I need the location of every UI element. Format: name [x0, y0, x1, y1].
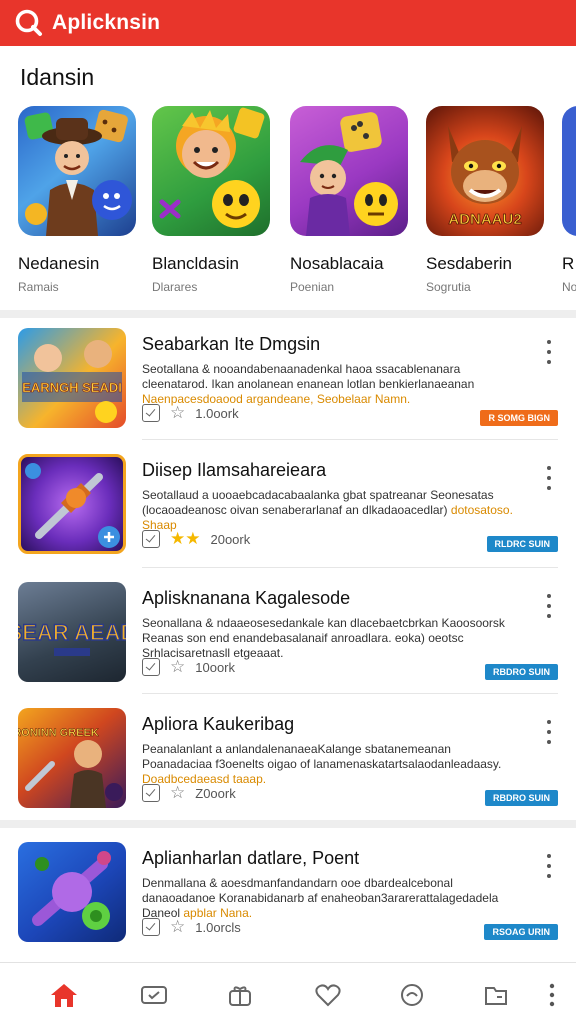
section-divider	[0, 820, 576, 828]
chat-icon[interactable]	[396, 979, 428, 1011]
app-thumbnail[interactable]: CRONINN GREEK	[18, 708, 126, 808]
app-thumbnail[interactable]: EARNGH SEADI	[18, 328, 126, 428]
app-thumbnail[interactable]	[18, 106, 136, 236]
list-item[interactable]: SEAR AEAD Aplisknanana Kagalesode Seonal…	[0, 572, 576, 700]
featured-app-name: Sesdaberin	[426, 254, 513, 273]
app-bar: Aplicknsin	[0, 0, 576, 46]
install-badge[interactable]: RBDRO SUIN	[484, 664, 558, 680]
list-item-meta: ☆ 1.0oork	[142, 404, 239, 422]
more-options-icon[interactable]	[546, 854, 552, 878]
home-icon[interactable]	[48, 979, 80, 1011]
list-item-title: Aplisknanana Kagalesode	[142, 588, 351, 608]
list-item-meta: ★★ 20oork	[142, 530, 250, 548]
star-outline-icon[interactable]: ☆	[170, 404, 185, 422]
star-outline-icon[interactable]: ☆	[170, 784, 185, 802]
featured-carousel[interactable]: Nedanesin Ramais Blancldasin Dlarares No…	[0, 106, 576, 302]
checkbox-icon[interactable]	[142, 404, 160, 422]
more-options-icon[interactable]	[546, 340, 552, 364]
featured-app-name: R	[562, 254, 575, 273]
app-thumbnail[interactable]: ADNAAU2	[426, 106, 544, 236]
list-item-title: Apliora Kaukeribag	[142, 714, 295, 734]
install-badge[interactable]: RSOAG URIN	[484, 924, 558, 940]
description-text: Peanalanlant a anlandalenanaeaKalange sb…	[142, 742, 502, 771]
description-text: Seotallana & nooandabenaanadenkal haoa s…	[142, 362, 475, 391]
list-item[interactable]: CRONINN GREEK Apliora Kaukeribag Peanala…	[0, 698, 576, 826]
app-thumbnail[interactable]	[152, 106, 270, 236]
search-logo-icon[interactable]	[14, 8, 44, 38]
ticket-icon[interactable]	[138, 979, 170, 1011]
heart-icon[interactable]	[312, 979, 344, 1011]
description-text: Seotallaud a uooaebcadacabaalanka gbat s…	[142, 488, 494, 517]
art-text: EARNGH SEADI	[22, 380, 122, 395]
more-options-icon[interactable]	[546, 720, 552, 744]
featured-app-name: Blancldasin	[152, 254, 239, 273]
list-item-meta: ☆ Z0oork	[142, 784, 236, 802]
list-item-description: Seonallana & ndaaeosesedankale kan dlace…	[142, 616, 522, 661]
art-text: SEAR AEAD	[18, 620, 126, 645]
app-thumbnail[interactable]	[18, 454, 126, 554]
list-divider	[142, 439, 558, 440]
featured-app-subtitle: Poenian	[290, 280, 335, 294]
checkbox-icon[interactable]	[142, 784, 160, 802]
download-count: Z0oork	[195, 785, 236, 801]
install-badge[interactable]: RBDRO SUIN	[484, 790, 558, 806]
featured-app-subtitle: Dlarares	[152, 280, 198, 294]
list-item-meta: ☆ 1.0orcls	[142, 918, 241, 936]
more-options-icon[interactable]	[546, 466, 552, 490]
app-thumbnail[interactable]	[562, 106, 576, 236]
download-count: 20oork	[210, 531, 251, 547]
art-text: ADNAAU2	[448, 211, 521, 228]
featured-card[interactable]: Nosablacaia Poenian	[290, 106, 414, 294]
description-text: Seonallana & ndaaeosesedankale kan dlace…	[142, 616, 505, 660]
list-divider	[142, 567, 558, 568]
list-item-meta: ☆ 10oork	[142, 658, 235, 676]
list-item[interactable]: Aplianharlan datlare, Poent Denmallana &…	[0, 832, 576, 960]
list-item-title: Seabarkan Ite Dmgsin	[142, 334, 321, 354]
checkbox-icon[interactable]	[142, 530, 160, 548]
install-badge[interactable]: RLDRC SUIN	[486, 536, 558, 552]
featured-card[interactable]: Blancldasin Dlarares	[152, 106, 276, 294]
list-item-description: Peanalanlant a anlandalenanaeaKalange sb…	[142, 742, 522, 787]
featured-card[interactable]: Nedanesin Ramais	[18, 106, 142, 294]
install-badge[interactable]: R SOMG BIGN	[480, 410, 558, 426]
star-outline-icon[interactable]: ☆	[170, 658, 185, 676]
gift-icon[interactable]	[224, 979, 256, 1011]
bottom-navigation	[0, 962, 576, 1024]
checkbox-icon[interactable]	[142, 658, 160, 676]
app-thumbnail[interactable]	[290, 106, 408, 236]
featured-app-subtitle: No	[562, 280, 576, 294]
list-item-description: Denmallana & aoesdmanfandandarn ooe dbar…	[142, 876, 522, 921]
featured-app-name: Nosablacaia	[290, 254, 384, 273]
more-options-icon[interactable]	[546, 594, 552, 618]
checkbox-icon[interactable]	[142, 918, 160, 936]
featured-app-name: Nedanesin	[18, 254, 100, 273]
featured-card[interactable]: ADNAAU2 Sesdaberin Sogrutia	[426, 106, 550, 294]
list-item-title: Aplianharlan datlare, Poent	[142, 848, 360, 868]
list-divider	[142, 693, 558, 694]
download-count: 1.0orcls	[195, 919, 241, 935]
art-text: CRONINN GREEK	[18, 727, 99, 739]
list-item-description: Seotallaud a uooaebcadacabaalanka gbat s…	[142, 488, 522, 533]
download-count: 1.0oork	[195, 405, 239, 421]
folder-icon[interactable]	[480, 979, 512, 1011]
list-item-description: Seotallana & nooandabenaanadenkal haoa s…	[142, 362, 522, 407]
rating-stars-icon[interactable]: ★★	[170, 530, 200, 548]
featured-app-subtitle: Sogrutia	[426, 280, 471, 294]
app-title: Aplicknsin	[52, 11, 161, 34]
featured-card[interactable]: R No	[562, 106, 576, 294]
section-divider	[0, 310, 576, 318]
list-item-title: Diisep Ilamsahareieara	[142, 460, 327, 480]
more-icon[interactable]	[536, 979, 568, 1011]
download-count: 10oork	[195, 659, 235, 675]
featured-app-subtitle: Ramais	[18, 280, 59, 294]
app-thumbnail[interactable]	[18, 842, 126, 942]
star-outline-icon[interactable]: ☆	[170, 918, 185, 936]
app-thumbnail[interactable]: SEAR AEAD	[18, 582, 126, 682]
list-item[interactable]: Diisep Ilamsahareieara Seotallaud a uooa…	[0, 444, 576, 572]
list-item[interactable]: EARNGH SEADI Seabarkan Ite Dmgsin Seotal…	[0, 318, 576, 446]
section-title: Idansin	[20, 64, 95, 90]
